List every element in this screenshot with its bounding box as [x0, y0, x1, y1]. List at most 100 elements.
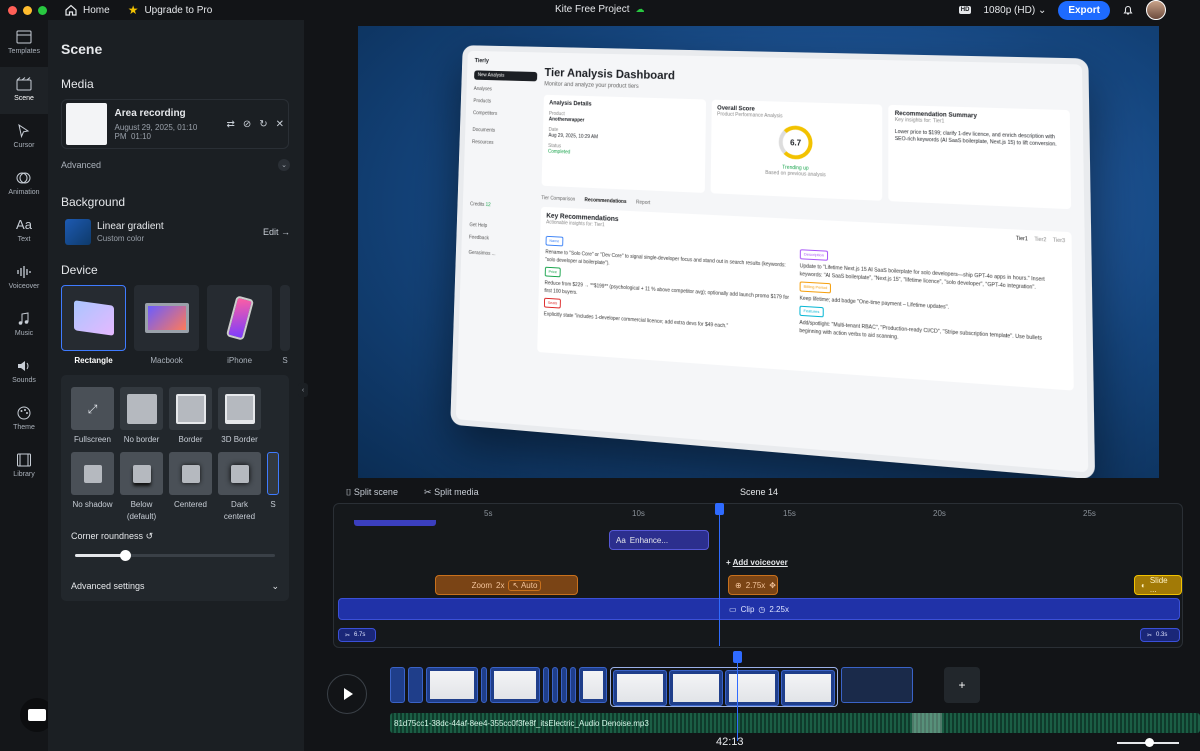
3d-border-preview — [218, 387, 261, 430]
add-scene-button[interactable]: + — [944, 667, 980, 703]
split-scene-button[interactable]: ⌷ Split scene — [346, 487, 398, 498]
scene-thumb[interactable] — [669, 670, 723, 706]
timeline-playhead[interactable] — [719, 505, 720, 646]
border-none[interactable]: No border — [120, 387, 163, 446]
media-thumbnail — [66, 103, 107, 145]
preview-tab: Report — [635, 199, 651, 207]
play-button[interactable] — [327, 674, 367, 714]
device-macbook[interactable]: Macbook — [134, 285, 200, 365]
border-3d[interactable]: 3D Border — [218, 387, 261, 446]
slider-knob[interactable] — [120, 550, 131, 561]
audio-track[interactable]: 81d75cc1-38dc-44af-8ee4-355cc0f3fe8f_its… — [390, 713, 1200, 733]
previous-text-clip[interactable] — [354, 520, 436, 526]
rail-item-scene[interactable]: Scene — [0, 67, 48, 114]
speed-icon: ◷ — [758, 604, 766, 614]
minimize-window-button[interactable] — [23, 5, 32, 15]
rail-item-theme[interactable]: Theme — [0, 396, 48, 443]
rail-item-animation[interactable]: Animation — [0, 161, 48, 208]
zoom-clip[interactable]: Zoom 2x ↖ Auto — [435, 575, 578, 595]
rail-item-library[interactable]: Library — [0, 443, 48, 490]
advanced-settings-toggle[interactable]: Advanced settings ⌄ — [71, 581, 279, 592]
rec-column-right: Description Update to "Lifetime Next.js 1… — [799, 246, 1066, 353]
shadow-centered[interactable]: Centered — [169, 452, 212, 523]
scene-thumb[interactable] — [579, 667, 607, 703]
border-simple[interactable]: Border — [169, 387, 212, 446]
trim-start-handle[interactable]: ✂ 6.7s — [338, 628, 376, 642]
scene-thumb[interactable] — [613, 670, 667, 706]
device-label: iPhone — [227, 356, 253, 365]
scene-thumb[interactable] — [570, 667, 576, 703]
scene-thumb[interactable] — [552, 667, 558, 703]
shadow-dark-centered[interactable]: Dark centered — [218, 452, 261, 523]
timeline-playhead-handle[interactable] — [715, 503, 724, 515]
resolution-select[interactable]: 1080p (HD) ⌄ — [983, 5, 1046, 16]
rail-item-text[interactable]: Aa Text — [0, 208, 48, 255]
scene-thumb[interactable] — [725, 670, 779, 706]
export-button[interactable]: Export — [1058, 0, 1110, 20]
add-voiceover-button[interactable]: + Add voiceover — [726, 558, 788, 567]
device-frame: Tierly New Analysis Analyses Products Co… — [450, 45, 1096, 478]
rail-item-sounds[interactable]: Sounds — [0, 349, 48, 396]
user-avatar[interactable] — [1146, 0, 1166, 20]
refresh-icon[interactable]: ↻ — [259, 119, 267, 130]
reset-icon[interactable]: ↺ — [146, 531, 154, 541]
rail-item-music[interactable]: Music — [0, 302, 48, 349]
background-edit-button[interactable]: Edit → — [263, 227, 290, 237]
media-card[interactable]: Area recording August 29, 2025, 01:10 PM… — [61, 99, 289, 149]
card-sub: Product Performance Analysis — [717, 111, 783, 120]
replace-icon[interactable]: ⇄ — [226, 119, 234, 130]
zoom-clip-2[interactable]: ⊕ 2.75x ✥ — [728, 575, 778, 595]
timecode: 42:13 — [716, 736, 744, 748]
video-clip[interactable]: ▭ Clip ◷ 2.25x — [338, 598, 1180, 620]
scene-thumb[interactable] — [408, 667, 423, 703]
timeline-zoom-slider[interactable] — [1117, 738, 1179, 747]
macbook-device-image — [144, 303, 189, 333]
scene-thumb[interactable] — [481, 667, 487, 703]
active-scene-group[interactable] — [610, 667, 838, 707]
rail-item-cursor[interactable]: Cursor — [0, 114, 48, 161]
scissors-icon: ✂ — [1147, 632, 1153, 639]
timeline[interactable]: 5s 10s 15s 20s 25s Aa Enhance... + Add v… — [333, 503, 1183, 648]
device-more[interactable]: S — [280, 285, 290, 365]
border-fullscreen[interactable]: ⤢ Fullscreen — [71, 387, 114, 446]
preview-canvas[interactable]: Tierly New Analysis Analyses Products Co… — [358, 26, 1159, 478]
scene-thumb[interactable] — [490, 667, 540, 703]
hide-icon[interactable]: ⊘ — [243, 119, 251, 130]
scene-thumb[interactable] — [781, 670, 835, 706]
rail-item-voiceover[interactable]: Voiceover — [0, 255, 48, 302]
advanced-toggle[interactable]: Advanced ⌄ — [61, 159, 290, 171]
collapse-panel-button[interactable]: ‹ — [298, 383, 308, 397]
close-icon[interactable]: ✕ — [276, 119, 284, 130]
zoom-slider-knob[interactable] — [1145, 738, 1154, 747]
filmstrip-playhead-handle[interactable] — [733, 651, 742, 663]
shadow-none[interactable]: No shadow — [71, 452, 114, 523]
edit-label: Edit — [262, 227, 279, 237]
audio-file-name: 81d75cc1-38dc-44af-8ee4-355cc0f3fe8f_its… — [394, 719, 649, 728]
shadow-below[interactable]: Below (default) — [120, 452, 163, 523]
scene-thumb[interactable] — [543, 667, 549, 703]
home-button[interactable]: Home — [65, 4, 110, 16]
maximize-window-button[interactable] — [38, 5, 47, 15]
scene-thumb[interactable] — [561, 667, 567, 703]
move-icon: ✥ — [769, 580, 776, 590]
device-iphone[interactable]: iPhone — [207, 285, 273, 365]
background-option[interactable]: Linear gradient Custom color Edit → — [61, 219, 290, 245]
scene-thumb[interactable] — [390, 667, 405, 703]
scene-thumb[interactable] — [426, 667, 478, 703]
trim-end-handle[interactable]: ✂ 0.3s — [1140, 628, 1180, 642]
rail-item-templates[interactable]: Templates — [0, 20, 48, 67]
filmstrip-playhead[interactable] — [737, 651, 738, 741]
text-clip-enhance[interactable]: Aa Enhance... — [609, 530, 709, 550]
upgrade-button[interactable]: ★ Upgrade to Pro — [128, 3, 213, 17]
close-window-button[interactable] — [8, 5, 17, 15]
bell-icon[interactable] — [1122, 4, 1134, 16]
shadow-more[interactable]: S — [267, 452, 279, 523]
corner-roundness-slider[interactable] — [75, 550, 275, 561]
split-media-button[interactable]: ✂ Split media — [424, 487, 479, 498]
slide-clip[interactable]: ◐ Slide ... — [1134, 575, 1182, 595]
device-rectangle[interactable]: Rectangle — [61, 285, 127, 365]
background-name: Linear gradient — [97, 221, 164, 232]
ruler-tick: 20s — [933, 509, 946, 518]
project-title[interactable]: Kite Free Project ☁ — [555, 4, 644, 15]
scene-thumb[interactable] — [841, 667, 913, 703]
